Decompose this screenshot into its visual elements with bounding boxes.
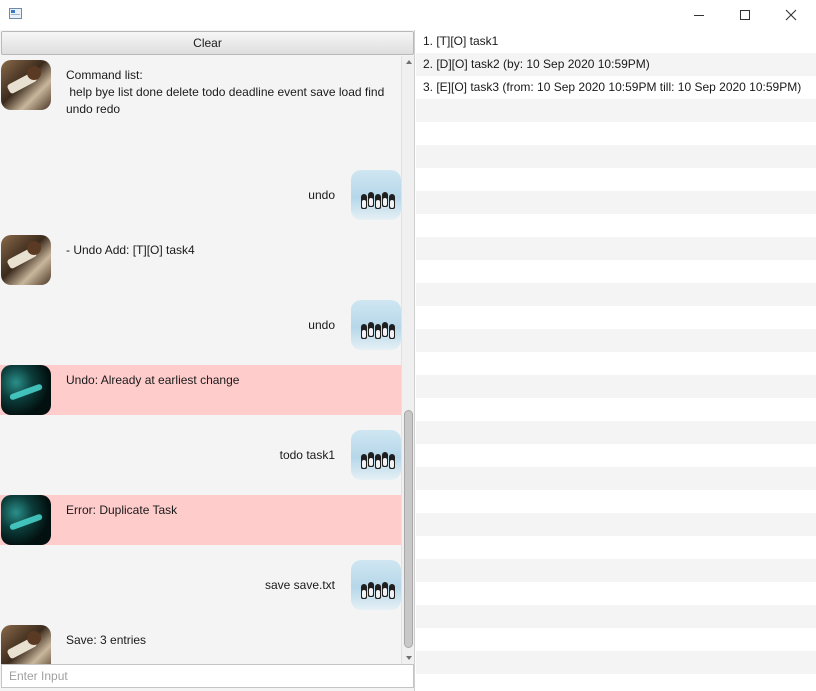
bot-message: Command list: help bye list done delete … [0, 60, 401, 116]
penguin-figure [389, 454, 395, 469]
maximize-button[interactable] [722, 0, 768, 30]
bot-message: - Undo Add: [T][O] task4 [0, 235, 401, 285]
empty-task-row[interactable] [416, 467, 816, 490]
penguin-figure [382, 452, 388, 467]
scrollbar-thumb[interactable] [404, 410, 413, 648]
scroll-up-button[interactable] [402, 56, 415, 68]
penguin-figure [368, 322, 374, 337]
task-item[interactable]: 3. [E][O] task3 (from: 10 Sep 2020 10:59… [416, 76, 816, 99]
maximize-icon [740, 10, 750, 20]
empty-task-row[interactable] [416, 605, 816, 628]
dialog-container[interactable]: Command list: help bye list done delete … [0, 56, 401, 664]
penguin-figure [389, 194, 395, 209]
user-message: undo [0, 300, 401, 350]
empty-task-row[interactable] [416, 306, 816, 329]
dialog-scrollbar[interactable] [401, 56, 414, 664]
user-message: save save.txt [0, 560, 401, 610]
scroll-down-button[interactable] [402, 652, 415, 664]
empty-task-row[interactable] [416, 421, 816, 444]
penguin-figure [375, 194, 381, 209]
empty-task-row[interactable] [416, 674, 816, 691]
message-text: - Undo Add: [T][O] task4 [66, 243, 195, 257]
bot-message: Error: Duplicate Task [0, 495, 401, 545]
penguin-figure [368, 192, 374, 207]
empty-task-row[interactable] [416, 582, 816, 605]
message-text: Save: 3 entries [66, 633, 147, 647]
message-text: todo task1 [279, 448, 335, 462]
empty-task-row[interactable] [416, 536, 816, 559]
penguin-figure [375, 454, 381, 469]
message-text: Undo: Already at earliest change [66, 373, 240, 387]
message-text: save save.txt [264, 578, 335, 592]
message-text: undo [308, 318, 335, 332]
empty-task-row[interactable] [416, 628, 816, 651]
message-text: Command list: help bye list done delete … [66, 68, 385, 116]
penguin-figure [368, 452, 374, 467]
penguin-figure [389, 584, 395, 599]
chevron-down-icon [405, 656, 412, 660]
empty-task-row[interactable] [416, 651, 816, 674]
penguin-figure [382, 192, 388, 207]
empty-task-row[interactable] [416, 329, 816, 352]
task-item[interactable]: 1. [T][O] task1 [416, 30, 816, 53]
penguin-figure [382, 322, 388, 337]
empty-task-row[interactable] [416, 168, 816, 191]
empty-task-row[interactable] [416, 283, 816, 306]
empty-task-row[interactable] [416, 490, 816, 513]
penguin-figure [389, 324, 395, 339]
task-list[interactable]: 1. [T][O] task1 2. [D][O] task2 (by: 10 S… [416, 30, 816, 691]
user-message: undo [0, 170, 401, 220]
user-avatar [351, 300, 401, 350]
empty-task-row[interactable] [416, 237, 816, 260]
empty-task-row[interactable] [416, 260, 816, 283]
empty-task-row[interactable] [416, 352, 816, 375]
penguin-figure [361, 584, 367, 599]
penguin-figure [382, 582, 388, 597]
empty-task-row[interactable] [416, 559, 816, 582]
close-icon [785, 9, 797, 21]
penguin-figure [361, 194, 367, 209]
empty-task-row[interactable] [416, 145, 816, 168]
penguin-figure [368, 582, 374, 597]
bot-error-avatar [1, 365, 51, 415]
penguin-figure [375, 584, 381, 599]
bot-error-avatar [1, 495, 51, 545]
message-text: undo [308, 188, 335, 202]
minimize-button[interactable] [676, 0, 722, 30]
bot-message: Save: 3 entries [0, 625, 401, 664]
empty-task-row[interactable] [416, 444, 816, 467]
empty-task-row[interactable] [416, 398, 816, 421]
empty-task-row[interactable] [416, 122, 816, 145]
empty-task-row[interactable] [416, 99, 816, 122]
message-text: Error: Duplicate Task [66, 503, 178, 517]
user-message: todo task1 [0, 430, 401, 480]
bot-avatar [1, 625, 51, 664]
user-avatar [351, 430, 401, 480]
penguin-figure [361, 324, 367, 339]
penguin-figure [361, 454, 367, 469]
close-button[interactable] [768, 0, 814, 30]
penguin-figure [375, 324, 381, 339]
user-avatar [351, 170, 401, 220]
bot-avatar [1, 60, 51, 110]
clear-button[interactable]: Clear [1, 31, 414, 55]
minimize-icon [694, 14, 704, 16]
empty-task-row[interactable] [416, 375, 816, 398]
task-item[interactable]: 2. [D][O] task2 (by: 10 Sep 2020 10:59PM… [416, 53, 816, 76]
app-window-icon [9, 8, 22, 19]
empty-task-row[interactable] [416, 513, 816, 536]
user-avatar [351, 560, 401, 610]
chevron-up-icon [405, 60, 412, 64]
empty-task-row[interactable] [416, 214, 816, 237]
command-input[interactable] [1, 664, 414, 688]
empty-task-row[interactable] [416, 191, 816, 214]
chat-pane: Clear Command list: help bye list done d… [0, 30, 415, 691]
bot-avatar [1, 235, 51, 285]
title-bar [0, 0, 816, 30]
bot-message: Undo: Already at earliest change [0, 365, 401, 415]
